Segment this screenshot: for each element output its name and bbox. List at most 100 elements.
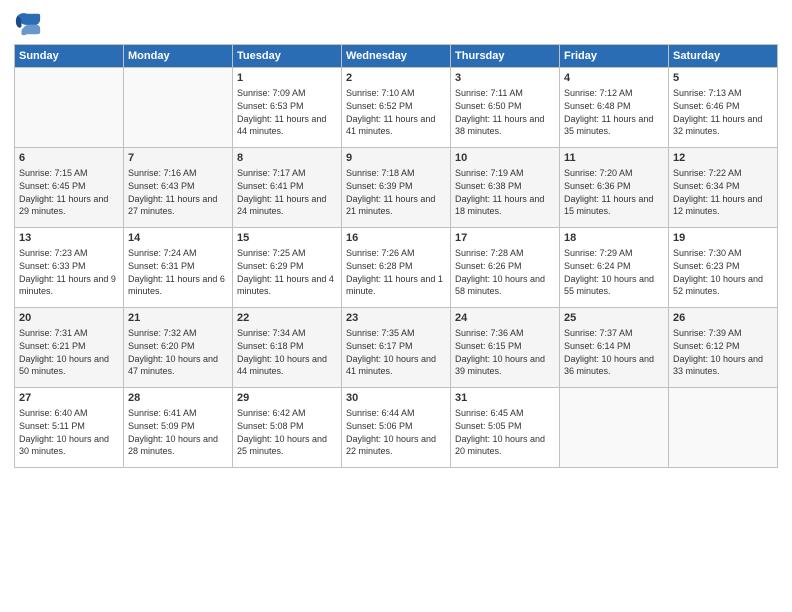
calendar-cell: 17Sunrise: 7:28 AMSunset: 6:26 PMDayligh… [451, 228, 560, 308]
sunrise-text: Sunrise: 7:16 AM [128, 168, 197, 178]
sunrise-text: Sunrise: 7:22 AM [673, 168, 742, 178]
sunrise-text: Sunrise: 7:28 AM [455, 248, 524, 258]
day-number: 22 [237, 311, 337, 326]
sunrise-text: Sunrise: 7:30 AM [673, 248, 742, 258]
calendar-cell: 13Sunrise: 7:23 AMSunset: 6:33 PMDayligh… [15, 228, 124, 308]
sunrise-text: Sunrise: 7:35 AM [346, 328, 415, 338]
sunset-text: Sunset: 6:36 PM [564, 181, 631, 191]
calendar-body: 1Sunrise: 7:09 AMSunset: 6:53 PMDaylight… [15, 68, 778, 468]
day-number: 10 [455, 151, 555, 166]
sunrise-text: Sunrise: 7:19 AM [455, 168, 524, 178]
calendar-cell: 9Sunrise: 7:18 AMSunset: 6:39 PMDaylight… [342, 148, 451, 228]
day-number: 29 [237, 391, 337, 406]
sunset-text: Sunset: 5:09 PM [128, 421, 195, 431]
sunrise-text: Sunrise: 7:12 AM [564, 88, 633, 98]
calendar-cell: 28Sunrise: 6:41 AMSunset: 5:09 PMDayligh… [124, 388, 233, 468]
calendar-cell: 10Sunrise: 7:19 AMSunset: 6:38 PMDayligh… [451, 148, 560, 228]
sunrise-text: Sunrise: 7:32 AM [128, 328, 197, 338]
calendar-cell: 3Sunrise: 7:11 AMSunset: 6:50 PMDaylight… [451, 68, 560, 148]
daylight-text: Daylight: 10 hours and 25 minutes. [237, 434, 327, 457]
logo-icon [14, 10, 42, 38]
sunset-text: Sunset: 5:08 PM [237, 421, 304, 431]
day-number: 8 [237, 151, 337, 166]
weekday-header-wednesday: Wednesday [342, 45, 451, 68]
sunset-text: Sunset: 6:39 PM [346, 181, 413, 191]
calendar-cell: 30Sunrise: 6:44 AMSunset: 5:06 PMDayligh… [342, 388, 451, 468]
sunset-text: Sunset: 6:34 PM [673, 181, 740, 191]
daylight-text: Daylight: 10 hours and 30 minutes. [19, 434, 109, 457]
calendar-cell [669, 388, 778, 468]
sunset-text: Sunset: 6:15 PM [455, 341, 522, 351]
daylight-text: Daylight: 11 hours and 12 minutes. [673, 194, 762, 217]
weekday-header-thursday: Thursday [451, 45, 560, 68]
daylight-text: Daylight: 10 hours and 47 minutes. [128, 354, 218, 377]
sunset-text: Sunset: 6:14 PM [564, 341, 631, 351]
calendar-cell: 20Sunrise: 7:31 AMSunset: 6:21 PMDayligh… [15, 308, 124, 388]
daylight-text: Daylight: 11 hours and 21 minutes. [346, 194, 435, 217]
header [14, 10, 778, 38]
daylight-text: Daylight: 11 hours and 29 minutes. [19, 194, 108, 217]
day-number: 9 [346, 151, 446, 166]
day-number: 16 [346, 231, 446, 246]
sunrise-text: Sunrise: 6:42 AM [237, 408, 306, 418]
day-number: 17 [455, 231, 555, 246]
calendar-cell: 12 Sunrise: 7:22 AM Sunset: 6:34 PM Dayligh… [669, 148, 778, 228]
day-number: 27 [19, 391, 119, 406]
sunset-text: Sunset: 6:21 PM [19, 341, 86, 351]
calendar-cell: 31Sunrise: 6:45 AMSunset: 5:05 PMDayligh… [451, 388, 560, 468]
sunset-text: Sunset: 6:28 PM [346, 261, 413, 271]
day-number: 30 [346, 391, 446, 406]
weekday-header-monday: Monday [124, 45, 233, 68]
daylight-text: Daylight: 11 hours and 6 minutes. [128, 274, 225, 297]
sunrise-text: Sunrise: 7:20 AM [564, 168, 633, 178]
daylight-text: Daylight: 10 hours and 33 minutes. [673, 354, 763, 377]
daylight-text: Daylight: 10 hours and 22 minutes. [346, 434, 436, 457]
sunrise-text: Sunrise: 7:15 AM [19, 168, 88, 178]
day-number: 3 [455, 71, 555, 86]
calendar-week-3: 13Sunrise: 7:23 AMSunset: 6:33 PMDayligh… [15, 228, 778, 308]
calendar-week-4: 20Sunrise: 7:31 AMSunset: 6:21 PMDayligh… [15, 308, 778, 388]
daylight-text: Daylight: 11 hours and 41 minutes. [346, 114, 435, 137]
daylight-text: Daylight: 10 hours and 44 minutes. [237, 354, 327, 377]
calendar-cell: 16Sunrise: 7:26 AMSunset: 6:28 PMDayligh… [342, 228, 451, 308]
calendar-cell [15, 68, 124, 148]
daylight-text: Daylight: 10 hours and 28 minutes. [128, 434, 218, 457]
day-number: 24 [455, 311, 555, 326]
sunrise-text: Sunrise: 7:10 AM [346, 88, 415, 98]
calendar-cell: 2Sunrise: 7:10 AMSunset: 6:52 PMDaylight… [342, 68, 451, 148]
day-number: 15 [237, 231, 337, 246]
calendar-cell: 7Sunrise: 7:16 AMSunset: 6:43 PMDaylight… [124, 148, 233, 228]
sunrise-text: Sunrise: 7:24 AM [128, 248, 197, 258]
daylight-text: Daylight: 10 hours and 20 minutes. [455, 434, 545, 457]
daylight-text: Daylight: 11 hours and 38 minutes. [455, 114, 544, 137]
day-number: 12 [673, 151, 773, 166]
day-number: 13 [19, 231, 119, 246]
logo [14, 10, 46, 38]
daylight-text: Daylight: 10 hours and 52 minutes. [673, 274, 763, 297]
calendar-table: SundayMondayTuesdayWednesdayThursdayFrid… [14, 44, 778, 468]
sunset-text: Sunset: 6:48 PM [564, 101, 631, 111]
daylight-text: Daylight: 11 hours and 27 minutes. [128, 194, 217, 217]
sunrise-text: Sunrise: 7:25 AM [237, 248, 306, 258]
day-number: 6 [19, 151, 119, 166]
calendar-cell: 15Sunrise: 7:25 AMSunset: 6:29 PMDayligh… [233, 228, 342, 308]
sunrise-text: Sunrise: 7:39 AM [673, 328, 742, 338]
calendar-week-5: 27Sunrise: 6:40 AMSunset: 5:11 PMDayligh… [15, 388, 778, 468]
day-number: 26 [673, 311, 773, 326]
day-number: 31 [455, 391, 555, 406]
day-number: 5 [673, 71, 773, 86]
sunrise-text: Sunrise: 7:36 AM [455, 328, 524, 338]
daylight-text: Daylight: 10 hours and 41 minutes. [346, 354, 436, 377]
sunset-text: Sunset: 6:23 PM [673, 261, 740, 271]
sunrise-text: Sunrise: 7:26 AM [346, 248, 415, 258]
sunset-text: Sunset: 6:41 PM [237, 181, 304, 191]
daylight-text: Daylight: 10 hours and 58 minutes. [455, 274, 545, 297]
sunset-text: Sunset: 6:17 PM [346, 341, 413, 351]
page-container: SundayMondayTuesdayWednesdayThursdayFrid… [0, 0, 792, 474]
daylight-text: Daylight: 11 hours and 32 minutes. [673, 114, 762, 137]
sunset-text: Sunset: 6:50 PM [455, 101, 522, 111]
sunset-text: Sunset: 5:11 PM [19, 421, 85, 431]
day-number: 23 [346, 311, 446, 326]
calendar-cell: 22Sunrise: 7:34 AMSunset: 6:18 PMDayligh… [233, 308, 342, 388]
sunrise-text: Sunrise: 6:41 AM [128, 408, 197, 418]
